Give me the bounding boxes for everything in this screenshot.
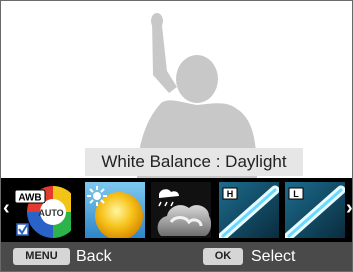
- back-label: Back: [76, 248, 112, 265]
- fluorescent-h-icon: H: [219, 182, 279, 238]
- white-balance-label: White Balance : Daylight: [85, 148, 303, 176]
- scroll-right-arrow-icon[interactable]: ›: [346, 197, 352, 219]
- camera-screen: White Balance : Daylight ‹ AWB AUTO H L …: [0, 0, 353, 272]
- fluorescent-l-badge: L: [293, 189, 299, 199]
- option-fluorescent-h[interactable]: H: [219, 182, 279, 238]
- scroll-left-arrow-icon[interactable]: ‹: [3, 197, 10, 219]
- option-daylight[interactable]: [85, 182, 145, 238]
- awb-sub-label: AUTO: [38, 208, 63, 218]
- select-label: Select: [251, 248, 296, 265]
- fluorescent-h-badge: H: [227, 189, 234, 199]
- awb-auto-icon: AWB AUTO: [14, 186, 71, 238]
- cloud-icon: [151, 182, 211, 238]
- option-fluorescent-l[interactable]: L: [285, 182, 345, 238]
- fluorescent-l-icon: L: [285, 182, 345, 238]
- awb-badge: AWB: [18, 193, 41, 204]
- option-awb[interactable]: AWB AUTO: [11, 182, 71, 238]
- menu-key-icon[interactable]: MENU: [13, 248, 70, 265]
- ok-key-icon[interactable]: OK: [203, 248, 243, 265]
- option-cloudy[interactable]: [151, 182, 211, 238]
- white-balance-options: ‹ AWB AUTO H L ›: [1, 178, 352, 242]
- button-guide-bar: MENU Back OK Select: [1, 242, 352, 271]
- sun-icon: [85, 182, 145, 238]
